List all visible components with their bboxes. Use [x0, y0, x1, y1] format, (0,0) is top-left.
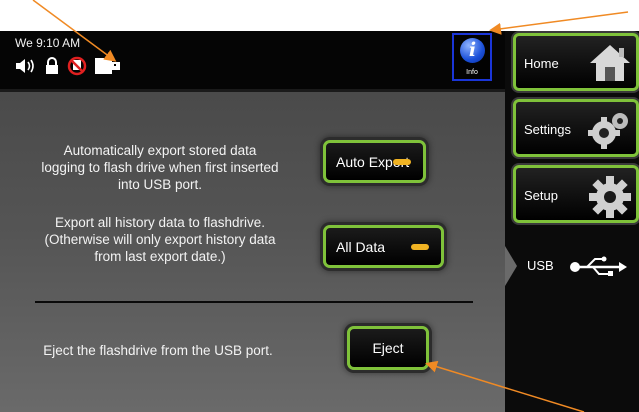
- all-data-indicator: [411, 243, 429, 250]
- nav-home-label: Home: [524, 56, 559, 71]
- clock-text: We 9:10 AM: [15, 36, 81, 50]
- gear-icon: [588, 175, 632, 222]
- eject-button-label: Eject: [372, 340, 404, 356]
- all-data-button[interactable]: All Data: [323, 225, 444, 268]
- speaker-icon: [15, 57, 37, 75]
- gears-icon: [586, 109, 632, 154]
- nav-usb-label: USB: [527, 258, 554, 273]
- eject-button[interactable]: Eject: [347, 326, 429, 370]
- auto-export-indicator: [393, 158, 411, 165]
- status-icons: [15, 53, 121, 79]
- eject-description: Eject the flashdrive from the USB port.: [43, 343, 273, 358]
- info-button[interactable]: i Info: [452, 33, 492, 81]
- auto-export-description: Automatically export stored data logging…: [41, 143, 279, 192]
- section-divider: [35, 301, 473, 303]
- nav-settings-button[interactable]: Settings: [513, 99, 639, 157]
- info-button-label: Info: [466, 69, 478, 76]
- auto-export-button[interactable]: Auto Export: [323, 140, 426, 183]
- all-data-description: Export all history data to flashdrive. (…: [44, 215, 276, 264]
- side-nav: Home Settings Setup USB: [505, 31, 639, 412]
- all-data-button-label: All Data: [336, 238, 386, 255]
- nav-settings-label: Settings: [524, 122, 571, 137]
- nav-setup-label: Setup: [524, 188, 558, 203]
- usb-drive-icon: [95, 58, 121, 74]
- info-icon: i: [460, 38, 485, 63]
- status-bar: We 9:10 AM i Info: [0, 31, 505, 89]
- usb-export-panel: Automatically export stored data logging…: [0, 89, 505, 412]
- selected-indicator: [505, 246, 517, 286]
- nav-usb-item[interactable]: USB: [505, 246, 639, 286]
- nav-setup-button[interactable]: Setup: [513, 165, 639, 223]
- no-network-icon: [67, 56, 87, 76]
- annotation-arrow-info: [489, 11, 629, 35]
- lock-icon: [45, 57, 59, 75]
- usb-icon: [569, 256, 629, 283]
- home-icon: [588, 43, 632, 86]
- nav-home-button[interactable]: Home: [513, 33, 639, 91]
